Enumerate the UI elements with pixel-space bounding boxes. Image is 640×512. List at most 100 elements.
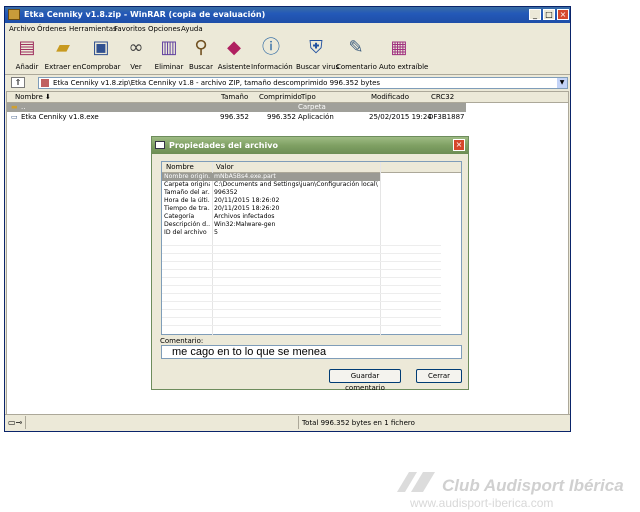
col-prop-name[interactable]: Nombre bbox=[166, 163, 194, 171]
prop-name: Hora de la últi... bbox=[164, 197, 210, 204]
file-name: .. bbox=[21, 103, 26, 111]
chevron-down-icon[interactable]: ▼ bbox=[557, 78, 567, 88]
prop-value: 20/11/2015 18:26:02 bbox=[214, 197, 280, 204]
up-folder-button[interactable]: ⇑ bbox=[11, 77, 25, 88]
menu-herramientas[interactable]: Herramientas bbox=[69, 25, 117, 33]
menu-bar: Archivo Órdenes Herramientas Favoritos O… bbox=[5, 23, 570, 35]
minimize-button[interactable]: _ bbox=[529, 9, 541, 20]
menu-opciones[interactable]: Opciones bbox=[148, 25, 180, 33]
grid-line bbox=[162, 325, 441, 326]
properties-dialog: Propiedades del archivo × Nombre Valor N… bbox=[151, 136, 469, 392]
prop-value: 996352 bbox=[214, 189, 238, 196]
prop-value: 5 bbox=[214, 229, 218, 236]
view-icon: ∞ bbox=[128, 37, 144, 58]
list-item-parent[interactable]: ▬ .. Carpeta bbox=[7, 103, 466, 112]
prop-name: Tiempo de tra... bbox=[164, 205, 210, 212]
maximize-button[interactable]: □ bbox=[543, 9, 555, 20]
status-text: Total 996.352 bytes en 1 fichero bbox=[302, 419, 415, 427]
table-row[interactable]: Hora de la últi... 20/11/2015 18:26:02 bbox=[162, 197, 380, 205]
title-bar[interactable]: Etka Cenniky v1.8.zip - WinRAR (copia de… bbox=[5, 7, 570, 23]
col-name[interactable]: Nombre bbox=[15, 93, 43, 101]
grid-line bbox=[162, 317, 441, 318]
file-type: Aplicación bbox=[298, 113, 334, 121]
prop-name: ID del archivo bbox=[164, 229, 207, 236]
file-crc: DF3B1887 bbox=[428, 113, 465, 121]
menu-ordenes[interactable]: Órdenes bbox=[37, 25, 66, 33]
file-list-header: Nombre ⬇ Tamaño Comprimido Tipo Modifica… bbox=[7, 92, 568, 103]
table-row[interactable]: Categoría Archivos infectados bbox=[162, 213, 380, 221]
toolbar: ▤ Añadir ▰ Extraer en ▣ Comprobar ∞ Ver … bbox=[5, 36, 570, 76]
add-label: Añadir bbox=[15, 63, 39, 71]
file-type: Carpeta bbox=[298, 103, 326, 111]
close-icon: × bbox=[455, 140, 463, 149]
virus-scan-button[interactable]: ⛨ Buscar virus bbox=[296, 38, 340, 72]
table-row[interactable]: Nombre origin... mNbA5Bs4.exe.part bbox=[162, 173, 380, 181]
comment-input[interactable]: me cago en to lo que se menea bbox=[161, 345, 462, 359]
table-row[interactable]: ID del archivo 5 bbox=[162, 229, 380, 237]
prop-value: Archivos infectados bbox=[214, 213, 275, 220]
test-button[interactable]: ▣ Comprobar bbox=[81, 38, 121, 72]
grid-line bbox=[162, 277, 441, 278]
prop-value: Win32:Malware-gen bbox=[214, 221, 276, 228]
prop-name: Carpeta original bbox=[164, 181, 210, 188]
close-button[interactable]: × bbox=[557, 9, 569, 20]
dialog-title: Propiedades del archivo bbox=[169, 141, 278, 150]
table-row[interactable]: Descripción d... Win32:Malware-gen bbox=[162, 221, 380, 229]
test-label: Comprobar bbox=[81, 63, 121, 71]
menu-archivo[interactable]: Archivo bbox=[9, 25, 35, 33]
prop-value: C:\Documents and Settings\juan\Configura… bbox=[214, 181, 378, 188]
up-arrow-icon: ⇑ bbox=[14, 78, 22, 87]
add-button[interactable]: ▤ Añadir bbox=[7, 37, 47, 72]
sort-arrow-icon: ⬇ bbox=[45, 93, 51, 101]
window-title: Etka Cenniky v1.8.zip - WinRAR (copia de… bbox=[24, 10, 266, 19]
wizard-label: Asistente bbox=[217, 63, 251, 71]
dialog-close-button[interactable]: × bbox=[453, 139, 465, 151]
table-row[interactable]: Carpeta original C:\Documents and Settin… bbox=[162, 181, 380, 189]
status-divider bbox=[298, 416, 299, 429]
menu-ayuda[interactable]: Ayuda bbox=[181, 25, 203, 33]
info-label: Información bbox=[251, 63, 293, 71]
delete-icon: ▥ bbox=[160, 37, 178, 58]
menu-favoritos[interactable]: Favoritos bbox=[114, 25, 146, 33]
key-icon[interactable]: ▭⊸ bbox=[8, 418, 22, 427]
sfx-label: Auto extraíble bbox=[379, 63, 429, 71]
comment-label: Comentario: bbox=[160, 337, 204, 345]
file-name: Etka Cenniky v1.8.exe bbox=[21, 113, 99, 121]
extract-icon: ▰ bbox=[56, 37, 70, 58]
file-modified: 25/02/2015 19:24 bbox=[369, 113, 432, 121]
path-text: Etka Cenniky v1.8.zip\Etka Cenniky v1.8 … bbox=[53, 79, 381, 87]
window-icon bbox=[155, 141, 165, 149]
col-size[interactable]: Tamaño bbox=[221, 93, 248, 101]
close-dialog-button[interactable]: Cerrar bbox=[416, 369, 462, 383]
path-field[interactable]: Etka Cenniky v1.8.zip\Etka Cenniky v1.8 … bbox=[38, 77, 568, 89]
comment-label: Comentario bbox=[336, 63, 377, 71]
add-icon: ▤ bbox=[18, 37, 36, 58]
col-prop-value[interactable]: Valor bbox=[216, 163, 234, 171]
col-type[interactable]: Tipo bbox=[301, 93, 316, 101]
extract-button[interactable]: ▰ Extraer en bbox=[43, 37, 83, 72]
comment-button[interactable]: ✎ Comentario bbox=[336, 38, 377, 72]
prop-value: mNbA5Bs4.exe.part bbox=[214, 173, 276, 180]
properties-table: Nombre Valor Nombre origin... mNbA5Bs4.e… bbox=[161, 161, 462, 336]
grid-line bbox=[162, 261, 441, 262]
virus-scan-label: Buscar virus bbox=[296, 63, 340, 71]
properties-header: Nombre Valor bbox=[162, 162, 461, 173]
col-packed[interactable]: Comprimido bbox=[259, 93, 302, 101]
col-crc[interactable]: CRC32 bbox=[431, 93, 454, 101]
watermark-url: www.audisport-iberica.com bbox=[410, 496, 554, 510]
wizard-button[interactable]: ◆ Asistente bbox=[214, 37, 254, 72]
exe-icon: ▭ bbox=[11, 113, 18, 121]
prop-name: Tamaño del ar... bbox=[164, 189, 210, 196]
comment-text: me cago en to lo que se menea bbox=[172, 346, 327, 358]
sfx-button[interactable]: ▦ Auto extraíble bbox=[379, 37, 429, 72]
wizard-icon: ◆ bbox=[227, 37, 241, 58]
table-row[interactable]: Tamaño del ar... 996352 bbox=[162, 189, 380, 197]
dialog-title-bar[interactable]: Propiedades del archivo × bbox=[152, 137, 468, 154]
save-comment-button[interactable]: Guardar comentario bbox=[329, 369, 401, 392]
col-modified[interactable]: Modificado bbox=[371, 93, 409, 101]
info-button[interactable]: ⓘ Información bbox=[251, 38, 293, 72]
sfx-icon: ▦ bbox=[390, 37, 408, 58]
list-item-file[interactable]: ▭ Etka Cenniky v1.8.exe 996.352 996.352 … bbox=[7, 113, 466, 122]
table-row[interactable]: Tiempo de tra... 20/11/2015 18:26:20 bbox=[162, 205, 380, 213]
file-size: 996.352 bbox=[220, 113, 249, 121]
